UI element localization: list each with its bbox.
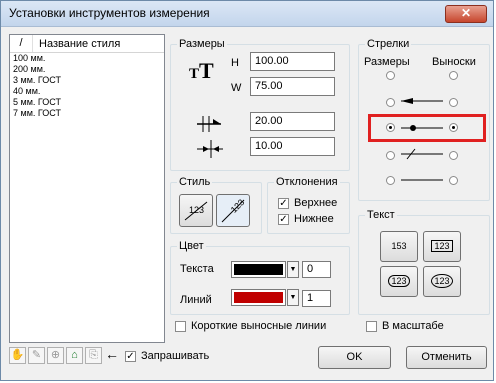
edit-style-icon[interactable]: ✎: [28, 347, 45, 364]
arrow-size-radio-4[interactable]: [386, 151, 395, 160]
arrow-style-dot-icon: [401, 125, 443, 131]
text-color-dropdown-button[interactable]: ▼: [287, 261, 299, 278]
offset-icon: [197, 116, 221, 132]
color-legend: Цвет: [177, 240, 206, 252]
text-color-swatch: [234, 264, 283, 275]
list-item[interactable]: 3 мм. ГОСТ: [10, 75, 164, 86]
arrow-size-radio-3[interactable]: [386, 123, 395, 132]
arrow-size-radio-5[interactable]: [386, 176, 395, 185]
lines-color-picker[interactable]: [231, 289, 286, 306]
list-item[interactable]: 200 мм.: [10, 64, 164, 75]
arrow-style-plain-icon: [401, 179, 443, 181]
offset-input[interactable]: 20.00: [250, 112, 335, 131]
short-leaders-label: Короткие выносные линии: [191, 320, 327, 332]
style-horizontal-button[interactable]: 123: [179, 194, 213, 227]
width-label: W: [231, 82, 242, 94]
list-header-name-col[interactable]: Название стиля: [33, 38, 120, 50]
text-rounded-button[interactable]: 123: [380, 266, 418, 297]
ask-label: Запрашивать: [141, 350, 210, 362]
arrow-leader-radio-2[interactable]: [449, 98, 458, 107]
hand-icon[interactable]: ✋: [9, 347, 26, 364]
list-item[interactable]: 5 мм. ГОСТ: [10, 97, 164, 108]
lines-color-swatch: [234, 292, 283, 303]
text-circle-button[interactable]: 123: [423, 266, 461, 297]
lower-deviation-label: Нижнее: [294, 213, 334, 225]
arrow-size-radio-1[interactable]: [386, 71, 395, 80]
arrow-leader-radio-3[interactable]: [449, 123, 458, 132]
title-bar: Установки инструментов измерения ✕: [1, 1, 493, 27]
list-item[interactable]: 7 мм. ГОСТ: [10, 108, 164, 119]
list-item[interactable]: 100 мм.: [10, 53, 164, 64]
height-label: H: [231, 57, 239, 69]
arrow-style-filled-icon: [401, 98, 443, 104]
ok-button[interactable]: OK: [318, 346, 391, 369]
gap-icon: [197, 140, 223, 158]
list-header-icon-col[interactable]: /: [10, 35, 33, 52]
text-legend: Текст: [365, 209, 397, 221]
back-arrow-icon[interactable]: ←: [105, 346, 119, 362]
in-scale-label: В масштабе: [382, 320, 444, 332]
text-color-label: Текста: [180, 263, 214, 275]
upper-deviation-label: Верхнее: [294, 197, 338, 209]
arrow-size-radio-2[interactable]: [386, 98, 395, 107]
cancel-button[interactable]: Отменить: [406, 346, 487, 369]
dialog-window: Установки инструментов измерения ✕ / Наз…: [0, 0, 494, 381]
text-size-icon: TT: [189, 58, 214, 83]
arrow-style-tick-icon: [401, 148, 443, 160]
new-style-icon[interactable]: ⊕: [47, 347, 64, 364]
home-style-icon[interactable]: ⌂: [66, 347, 83, 364]
sizes-legend: Размеры: [177, 38, 227, 50]
in-scale-checkbox[interactable]: [366, 321, 377, 332]
short-leaders-checkbox[interactable]: [175, 321, 186, 332]
arrow-style-none-icon: [399, 69, 445, 81]
gap-input[interactable]: 10.00: [250, 137, 335, 156]
width-input[interactable]: 75.00: [250, 77, 335, 96]
lines-color-dropdown-button[interactable]: ▼: [287, 289, 299, 306]
close-button[interactable]: ✕: [445, 5, 487, 23]
style-list[interactable]: / Название стиля 100 мм. 200 мм. 3 мм. Г…: [9, 34, 165, 343]
text-boxed-button[interactable]: 123: [423, 231, 461, 262]
style-legend: Стиль: [177, 176, 213, 188]
arrows-sizes-col-label: Размеры: [364, 56, 410, 68]
arrows-leaders-col-label: Выноски: [432, 56, 476, 68]
deviations-legend: Отклонения: [274, 176, 340, 188]
text-color-picker[interactable]: [231, 261, 286, 278]
arrow-leader-radio-1[interactable]: [449, 71, 458, 80]
style-list-header: / Название стиля: [10, 35, 164, 53]
arrow-leader-radio-4[interactable]: [449, 151, 458, 160]
arrows-legend: Стрелки: [365, 38, 412, 50]
copy-style-icon[interactable]: ⎘: [85, 347, 102, 364]
text-color-number-input[interactable]: 0: [302, 261, 331, 278]
lower-deviation-checkbox[interactable]: ✓: [278, 214, 289, 225]
lines-color-label: Линий: [180, 294, 212, 306]
window-title: Установки инструментов измерения: [9, 6, 210, 20]
ask-checkbox[interactable]: ✓: [125, 351, 136, 362]
text-above-button[interactable]: 153: [380, 231, 418, 262]
height-input[interactable]: 100.00: [250, 52, 335, 71]
lines-color-number-input[interactable]: 1: [302, 290, 331, 307]
upper-deviation-checkbox[interactable]: ✓: [278, 198, 289, 209]
arrow-leader-radio-5[interactable]: [449, 176, 458, 185]
text-group: Текст: [358, 209, 490, 315]
list-item[interactable]: 40 мм.: [10, 86, 164, 97]
style-aligned-button[interactable]: 123: [216, 194, 250, 227]
